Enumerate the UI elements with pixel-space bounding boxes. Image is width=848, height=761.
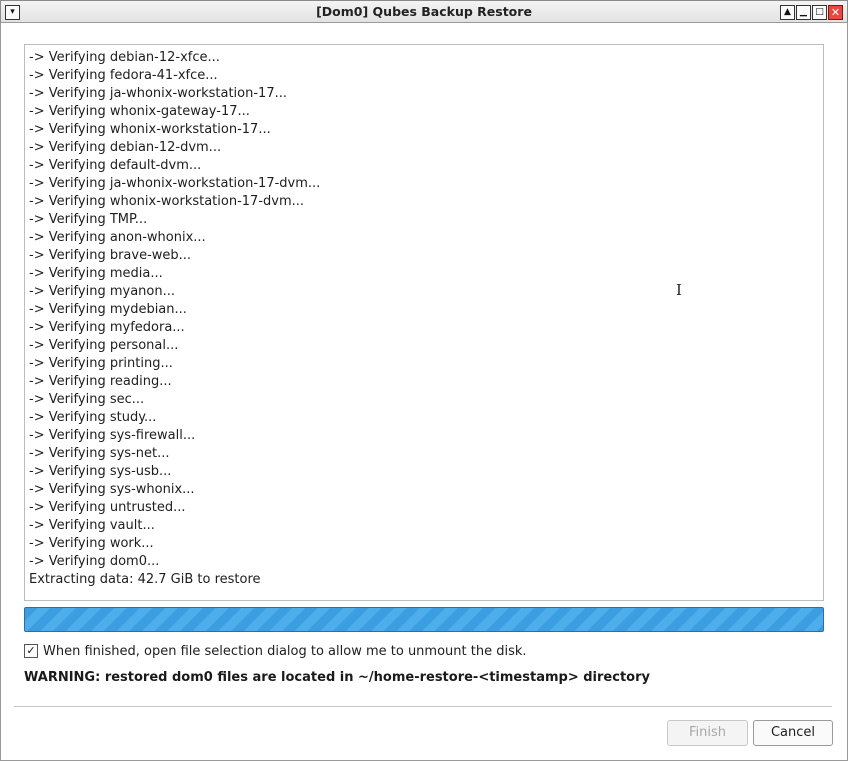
log-line: -> Verifying mydebian... [29,302,187,317]
text-cursor-icon: I [676,281,682,299]
log-line: -> Verifying anon-whonix... [29,230,206,245]
unmount-checkbox[interactable]: ✓ [24,644,38,658]
log-line: -> Verifying myanon... [29,284,175,299]
minimize-icon[interactable]: ▁ [796,5,811,20]
log-line: -> Verifying whonix-workstation-17... [29,122,271,137]
cancel-button[interactable]: Cancel [753,720,833,746]
log-line: -> Verifying whonix-workstation-17-dvm..… [29,194,305,209]
restore-log[interactable]: -> Verifying debian-12-xfce... -> Verifyi… [24,44,824,601]
log-line: -> Verifying sys-usb... [29,464,172,479]
log-line: -> Verifying work... [29,536,154,551]
log-line: -> Verifying TMP... [29,212,148,227]
unmount-checkbox-label[interactable]: When finished, open file selection dialo… [43,644,527,659]
restore-progress-bar [24,607,824,632]
log-line: -> Verifying sys-net... [29,446,170,461]
log-line: -> Verifying sys-whonix... [29,482,195,497]
log-line: -> Verifying debian-12-dvm... [29,140,222,155]
log-line: -> Verifying whonix-gateway-17... [29,104,250,119]
title-bar[interactable]: ▾ [Dom0] Qubes Backup Restore ▲ ▁ □ ✕ [0,0,848,23]
divider [14,706,832,707]
window-title: [Dom0] Qubes Backup Restore [316,4,532,19]
finish-button[interactable]: Finish [667,720,748,746]
maximize-icon[interactable]: □ [812,5,827,20]
log-line: -> Verifying brave-web... [29,248,192,263]
log-line: -> Verifying vault... [29,518,155,533]
log-line: -> Verifying reading... [29,374,172,389]
warning-message: WARNING: restored dom0 files are located… [24,670,650,685]
log-line: -> Verifying default-dvm... [29,158,202,173]
log-line: -> Verifying sec... [29,392,145,407]
log-line: -> Verifying sys-firewall... [29,428,196,443]
log-line: -> Verifying dom0... [29,554,160,569]
log-line: -> Verifying untrusted... [29,500,186,515]
log-line: Extracting data: 42.7 GiB to restore [29,572,261,587]
log-line: -> Verifying printing... [29,356,173,371]
log-line: -> Verifying myfedora... [29,320,185,335]
log-line: -> Verifying debian-12-xfce... [29,50,220,65]
log-line: -> Verifying ja-whonix-workstation-17-dv… [29,176,321,191]
log-line: -> Verifying fedora-41-xfce... [29,68,218,83]
log-line: -> Verifying study... [29,410,157,425]
close-icon[interactable]: ✕ [828,5,843,20]
log-line: -> Verifying ja-whonix-workstation-17... [29,86,287,101]
unmount-option[interactable]: ✓ When finished, open file selection dia… [24,643,527,659]
shade-icon[interactable]: ▲ [780,5,795,20]
log-line: -> Verifying personal... [29,338,179,353]
log-line: -> Verifying media... [29,266,163,281]
